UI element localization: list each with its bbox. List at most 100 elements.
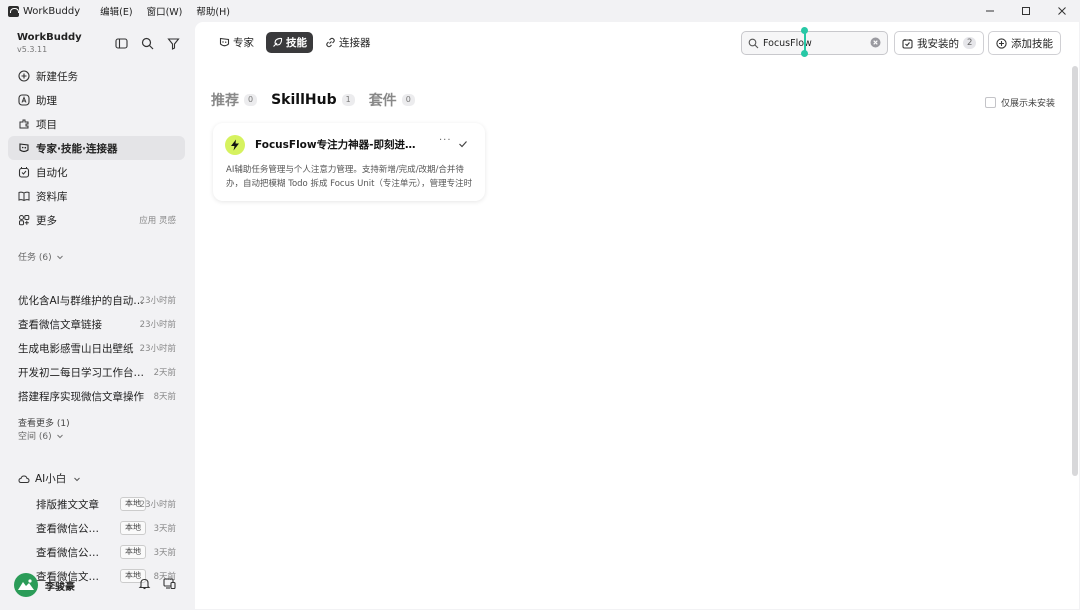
tab-skills[interactable]: 技能 [266,32,313,53]
filter-button[interactable] [166,36,180,50]
sidebar: WorkBuddy v5.3.11 新建任务 助理 项目 专家·技能·连接器 自… [0,22,194,610]
toggle-sidebar-button[interactable] [114,36,128,50]
nav-label: 助理 [36,94,57,107]
clear-search-button[interactable] [870,37,881,48]
nav-library[interactable]: 资料库 [8,184,185,208]
space-time: 3天前 [153,548,176,558]
user-name: 李骏豪 [45,581,75,593]
nav-project[interactable]: 项目 [8,112,185,136]
space-name: 排版推文文章 [36,498,99,511]
nav-label: 专家·技能·连接器 [36,142,118,155]
book-icon [17,190,30,203]
tasks-section-header[interactable]: 任务 (6) [18,250,64,263]
installed-count: 2 [963,37,977,49]
task-item[interactable]: 开发初二每日学习工作台网站 2天前 [8,360,185,384]
device-icon [163,578,176,590]
only-uninstalled-toggle[interactable]: 仅展示未安装 [984,96,1055,109]
expert-icon [17,142,30,155]
assistant-icon [17,94,30,107]
search-button[interactable] [140,36,154,50]
space-time: 23小时前 [139,500,176,510]
avatar [14,573,38,597]
task-time: 23小时前 [139,296,176,306]
minimize-button[interactable] [972,0,1008,22]
more-options-button[interactable]: ··· [439,135,452,146]
category-label: 推荐 [211,93,239,109]
category-count: 1 [341,94,355,106]
plus-circle-icon [17,70,30,83]
tab-connectors[interactable]: 连接器 [319,32,377,53]
skill-icon [273,37,283,47]
task-name: 优化含AI与群维护的自动化任务 [18,294,144,307]
nav-new-task[interactable]: 新建任务 [8,64,185,88]
minimize-icon [986,10,994,12]
nav-label: 项目 [36,118,57,131]
title-bar: WorkBuddy 编辑(E) 窗口(W) 帮助(H) [0,0,1080,22]
menu-window[interactable]: 窗口(W) [147,4,183,18]
maximize-icon [1022,7,1030,15]
bell-icon [138,578,151,590]
spaces-section-header[interactable]: 空间 (6) [18,429,64,442]
space-time: 3天前 [153,524,176,534]
space-item[interactable]: 查看微信公众号文章 本地 3天前 [8,516,185,540]
tab-experts[interactable]: 专家 [213,32,260,53]
installed-button[interactable]: 我安装的 2 [894,31,985,55]
nav-experts-skills-connectors[interactable]: 专家·技能·连接器 [8,136,185,160]
add-skill-button[interactable]: 添加技能 [988,31,1061,55]
maximize-button[interactable] [1008,0,1044,22]
user-profile[interactable]: 李骏豪 [14,572,184,598]
skill-card-description: AI辅助任务管理与个人注意力管理。支持新增/完成/改期/合并待办，自动把模糊 T… [226,165,473,189]
cursor-handle-bottom [801,50,808,57]
task-name: 搭建程序实现微信文章操作 [18,390,144,403]
task-item[interactable]: 搭建程序实现微信文章操作 8天前 [8,384,185,408]
notification-button[interactable] [138,577,151,590]
nav-more-extra: 应用 灵感 [139,216,176,226]
menu-bar: 编辑(E) 窗口(W) 帮助(H) [100,4,230,18]
chevron-down-icon [74,477,81,481]
task-item[interactable]: 生成电影感雪山日出壁纸 23小时前 [8,336,185,360]
nav-assistant[interactable]: 助理 [8,88,185,112]
only-uninstalled-label: 仅展示未安装 [1000,99,1055,109]
close-window-button[interactable] [1044,0,1080,22]
task-item[interactable]: 查看微信文章链接 23小时前 [8,312,185,336]
user-tools [138,577,176,590]
window-controls [972,0,1080,22]
space-item[interactable]: 查看微信公众号链接 本地 3天前 [8,540,185,564]
task-item[interactable]: 优化含AI与群维护的自动化任务23小时前 [8,288,185,312]
menu-help[interactable]: 帮助(H) [196,4,230,18]
nav-label: 自动化 [36,166,68,179]
chevron-down-icon [56,255,63,259]
category-tabs: 推荐 0 SkillHub 1 套件 0 [211,90,429,110]
grid-icon [17,214,30,227]
main-panel: 专家 技能 连接器 我安装的 2 添加技能 推荐 0 Skil [195,22,1079,609]
installed-check-icon [458,139,468,149]
skill-card[interactable]: FocusFlow专注力神器-即刻进入心流状态 ··· AI辅助任务管理与个人注… [213,123,485,201]
scrollbar[interactable] [1072,66,1078,476]
expert-icon [219,37,230,47]
category-suites[interactable]: 套件 0 [369,90,415,110]
category-skillhub[interactable]: SkillHub 1 [271,92,355,108]
project-icon [17,118,30,131]
search-icon [141,37,153,49]
device-button[interactable] [163,577,176,590]
menu-edit[interactable]: 编辑(E) [100,4,132,18]
search-input[interactable] [761,36,865,50]
plus-circle-icon [996,37,1007,49]
category-count: 0 [401,94,415,106]
sidebar-tools [114,36,180,50]
app-version: v5.3.11 [17,45,48,54]
category-recommended[interactable]: 推荐 0 [211,90,258,110]
task-name: 开发初二每日学习工作台网站 [18,366,144,379]
only-uninstalled-checkbox[interactable] [984,97,996,108]
space-item[interactable]: 排版推文文章 本地 23小时前 [8,492,185,516]
see-more-link[interactable]: 查看更多 (1) [18,416,70,429]
nav-automation[interactable]: 自动化 [8,160,185,184]
nav-label: 更多 [36,214,57,227]
installed-icon [902,38,913,49]
nav-more[interactable]: 更多 应用 灵感 [8,208,185,232]
space-root[interactable]: AI小白 [18,471,81,486]
brand-name: WorkBuddy [17,32,82,43]
spaces-header-label: 空间 (6) [18,432,52,442]
category-label: SkillHub [271,92,337,108]
lightning-icon [225,135,245,155]
